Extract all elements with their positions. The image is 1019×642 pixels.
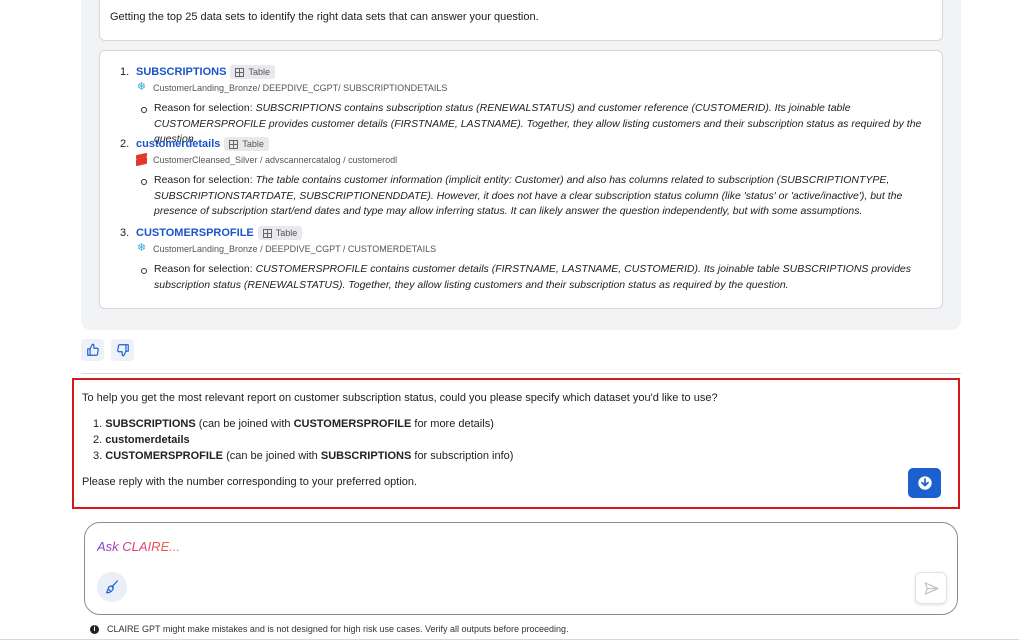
dataset-header: 2. customerdetails Table: [120, 137, 269, 151]
snowflake-icon: ❄: [136, 242, 147, 254]
dataset-path: ❄ CustomerLanding_Bronze / DEEPDIVE_CGPT…: [136, 243, 436, 254]
dataset-number: 2.: [120, 138, 130, 150]
option-number: 3.: [93, 450, 103, 462]
dataset-path-text: CustomerLanding_Bronze / DEEPDIVE_CGPT /…: [153, 243, 437, 254]
option-item: 1. SUBSCRIPTIONS (can be joined with CUS…: [93, 418, 494, 430]
option-item: 3. CUSTOMERSPROFILE (can be joined with …: [93, 450, 513, 462]
send-icon: [923, 581, 939, 595]
table-icon: [229, 139, 239, 149]
dataset-name-link[interactable]: customerdetails: [136, 138, 220, 150]
table-badge: Table: [224, 137, 269, 151]
reason-text: The table contains customer information …: [154, 174, 903, 217]
option-dataset: CUSTOMERSPROFILE: [105, 450, 224, 462]
option-dataset: SUBSCRIPTIONS: [105, 418, 196, 430]
thumbs-down-button[interactable]: [111, 339, 134, 361]
reason-label: Reason for selection:: [154, 263, 256, 275]
badge-label: Table: [248, 67, 270, 77]
send-button[interactable]: [915, 572, 947, 604]
option-join-dataset: CUSTOMERSPROFILE: [293, 418, 412, 430]
thumbs-down-icon: [116, 344, 129, 357]
chat-input-placeholder[interactable]: Ask CLAIRE...: [97, 539, 180, 554]
reason-text: SUBSCRIPTIONS contains subscription stat…: [154, 102, 922, 145]
intro-text: Getting the top 25 data sets to identify…: [110, 11, 539, 23]
dataset-number: 3.: [120, 227, 130, 239]
info-icon: i: [90, 624, 99, 634]
dataset-path-text: CustomerLanding_Bronze/ DEEPDIVE_CGPT/ S…: [153, 82, 448, 93]
disclaimer-text: CLAIRE GPT might make mistakes and is no…: [107, 624, 569, 634]
table-icon: [235, 67, 245, 77]
dataset-header: 1. SUBSCRIPTIONS Table: [120, 65, 275, 79]
reason-label: Reason for selection:: [154, 102, 256, 114]
table-badge: Table: [230, 65, 275, 79]
stack-icon: [136, 152, 147, 167]
option-text: for more details): [411, 418, 494, 430]
response-question: To help you get the most relevant report…: [82, 392, 718, 404]
response-closing: Please reply with the number correspondi…: [82, 476, 418, 488]
option-dataset: customerdetails: [105, 434, 190, 446]
dataset-path: CustomerCleansed_Silver / advscannercata…: [136, 152, 398, 167]
option-item: 2. customerdetails: [93, 434, 190, 446]
table-icon: [262, 228, 272, 238]
intro-card: Getting the top 25 data sets to identify…: [99, 0, 943, 41]
dataset-number: 1.: [120, 66, 130, 78]
snowflake-icon: ❄: [136, 81, 147, 93]
clear-chat-button[interactable]: [97, 572, 127, 602]
dataset-name-link[interactable]: CUSTOMERSPROFILE: [136, 227, 254, 239]
disclaimer: i CLAIRE GPT might make mistakes and is …: [90, 624, 569, 634]
option-text: (can be joined with: [195, 418, 294, 430]
arrow-down-circle-icon: [917, 476, 932, 490]
reason-label: Reason for selection:: [154, 174, 256, 186]
dataset-name-link[interactable]: SUBSCRIPTIONS: [136, 66, 226, 78]
option-join-dataset: SUBSCRIPTIONS: [320, 450, 412, 462]
option-text: for subscription info): [411, 450, 514, 462]
chat-input-box[interactable]: Ask CLAIRE...: [84, 522, 958, 615]
option-text: (can be joined with: [223, 450, 321, 462]
dataset-list-card: 1. SUBSCRIPTIONS Table ❄ CustomerLanding…: [99, 50, 943, 309]
dataset-path-text: CustomerCleansed_Silver / advscannercata…: [153, 154, 398, 165]
bottom-divider: [0, 639, 1019, 640]
thumbs-up-button[interactable]: [81, 339, 104, 361]
table-badge: Table: [257, 226, 303, 240]
dataset-header: 3. CUSTOMERSPROFILE Table: [120, 226, 303, 240]
option-number: 1.: [93, 418, 103, 430]
dataset-path: ❄ CustomerLanding_Bronze/ DEEPDIVE_CGPT/…: [136, 81, 448, 93]
option-number: 2.: [93, 434, 103, 446]
thumbs-up-icon: [86, 343, 99, 356]
badge-label: Table: [242, 139, 264, 149]
reason-text: CUSTOMERSPROFILE contains customer detai…: [154, 263, 912, 291]
scroll-down-button[interactable]: [908, 468, 941, 498]
divider: [81, 373, 961, 374]
brush-icon: [106, 580, 118, 594]
dataset-reason: Reason for selection: CUSTOMERSPROFILE c…: [141, 262, 934, 293]
dataset-reason: Reason for selection: The table contains…: [141, 173, 934, 220]
assistant-response: To help you get the most relevant report…: [72, 378, 960, 509]
dataset-reason: Reason for selection: SUBSCRIPTIONS cont…: [141, 101, 934, 148]
badge-label: Table: [275, 228, 298, 238]
